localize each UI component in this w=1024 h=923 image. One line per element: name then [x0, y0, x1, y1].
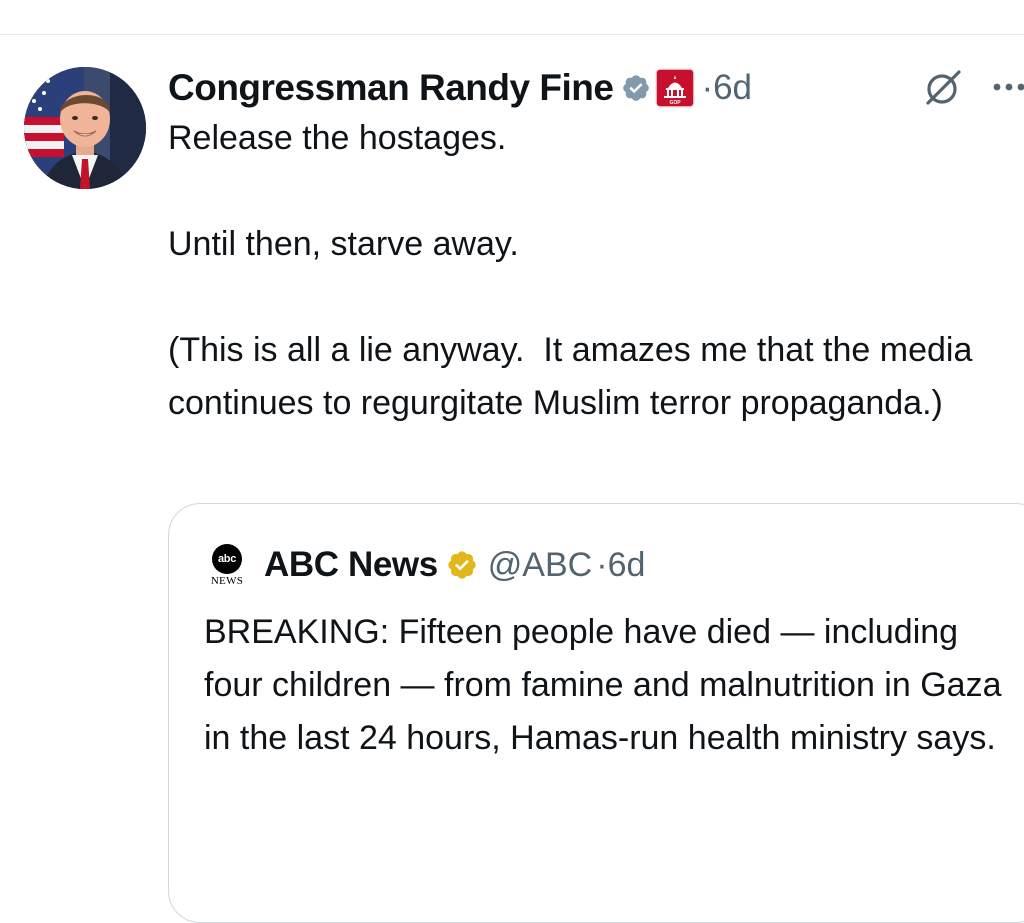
tweet-timestamp[interactable]: 6d — [713, 68, 752, 108]
quoted-tweet-text: BREAKING: Fifteen people have died — inc… — [204, 613, 1002, 757]
gold-verified-badge-icon — [446, 549, 478, 581]
top-divider — [0, 34, 1024, 35]
verified-badge-icon[interactable] — [621, 73, 651, 103]
author-avatar[interactable] — [24, 67, 146, 189]
quoted-header-separator: · — [596, 545, 608, 584]
header-separator: · — [701, 68, 714, 107]
house-gop-affiliation-icon[interactable]: GOP — [655, 68, 696, 108]
abc-logo-subtext: NEWS — [210, 574, 244, 587]
author-name[interactable]: Congressman Randy Fine — [168, 67, 614, 109]
svg-text:GOP: GOP — [670, 100, 682, 106]
quoted-tweet-timestamp: 6d — [607, 545, 646, 584]
quoted-author-handle: @ABC — [487, 545, 593, 584]
quoted-author-name: ABC News — [264, 545, 438, 584]
grok-icon[interactable] — [921, 66, 965, 110]
abc-news-avatar[interactable]: abc NEWS — [204, 543, 250, 587]
tweet-text: Release the hostages. Until then, starve… — [168, 119, 973, 422]
quoted-tweet-header: abc NEWS ABC News @ABC · 6d — [204, 540, 645, 590]
tweet-header: Congressman Randy Fine GOP · 6d — [168, 64, 752, 112]
more-options-icon[interactable] — [990, 80, 1024, 94]
abc-logo-mark: abc — [212, 543, 242, 574]
